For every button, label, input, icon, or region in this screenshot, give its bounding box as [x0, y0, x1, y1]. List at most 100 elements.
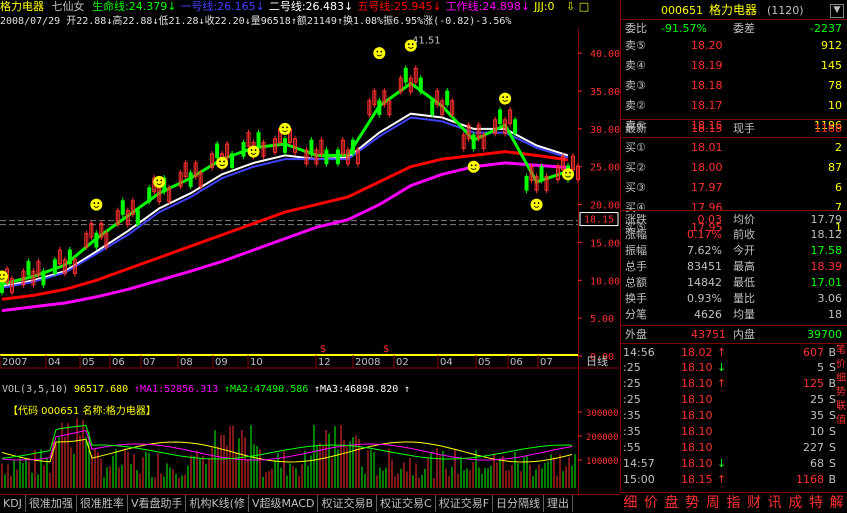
- smiley-icon: [216, 156, 229, 169]
- stat-value: 14842: [687, 276, 722, 289]
- volume-axis-label: 100000: [586, 457, 619, 467]
- volume-legend-item: ↑MA1:52856.313: [134, 384, 218, 395]
- smiley-eye: [569, 171, 571, 174]
- smiley-eye: [407, 43, 410, 45]
- sell-label: 卖②: [625, 99, 646, 112]
- indicator-tab[interactable]: 很准加强: [26, 495, 77, 512]
- candle-body: [377, 100, 382, 115]
- volume-axis-divider: [578, 382, 579, 494]
- side-tab[interactable]: 笔: [836, 344, 847, 357]
- smiley-icon: [562, 168, 574, 181]
- quote-nav-button[interactable]: 特: [809, 493, 823, 513]
- candle-body: [135, 210, 140, 225]
- time-axis-label: 02: [396, 357, 409, 368]
- side-tab[interactable]: 价: [836, 358, 847, 371]
- indicator-tab[interactable]: V看盘助手: [128, 495, 187, 512]
- candle-body: [513, 119, 518, 134]
- side-tab[interactable]: 值: [836, 414, 847, 427]
- indicator-header: 格力电器 七仙女 生命线:24.379↓ 一号线:26.165↓ 二号线:26.48…: [0, 0, 589, 14]
- price-axis-label: 25.00: [590, 163, 620, 174]
- smiley-eye: [533, 202, 536, 204]
- tick-side: S: [829, 361, 836, 374]
- quote-nav-button[interactable]: 成: [788, 493, 802, 513]
- smiley-eye: [250, 149, 253, 151]
- candle-body: [445, 90, 450, 106]
- stat-value: 83451: [687, 260, 722, 273]
- volume-chart[interactable]: VOL(3,5,10) 96517.680 ↑MA1:52856.313 ↑MA2:4…: [0, 382, 620, 494]
- quote-nav-button[interactable]: 价: [644, 493, 658, 513]
- time-axis-label: 12: [318, 357, 331, 368]
- side-tab[interactable]: 细: [836, 372, 847, 385]
- quote-nav-button[interactable]: 势: [685, 493, 699, 513]
- indicator-tab[interactable]: 权证交易C: [377, 495, 436, 512]
- stat-label: 今开: [733, 244, 755, 257]
- tick-price: 18.10: [681, 409, 713, 422]
- price-chart[interactable]: 40.00 35.00 30.00 25.00 20.00 15.00 10.00 5.00 0…: [0, 28, 620, 386]
- sell-volume: 145: [821, 59, 842, 72]
- sell-row: 卖④ 18.19 145: [621, 57, 847, 74]
- candle-body: [26, 260, 31, 276]
- side-tab[interactable]: 势: [836, 386, 847, 399]
- smiley-eye: [223, 160, 226, 163]
- indicator-line-label: JJJ:0: [534, 0, 555, 13]
- period-label[interactable]: 日线: [586, 354, 608, 368]
- indicator-tab[interactable]: 机构K线(修: [186, 495, 249, 512]
- candle-body: [471, 134, 476, 150]
- sell-label: 卖⑤: [625, 39, 646, 52]
- sell-volume: 78: [828, 79, 842, 92]
- weicha-label: 委差: [733, 22, 755, 35]
- buy-label: 买②: [625, 161, 646, 174]
- waipan-value: 43751: [691, 328, 726, 341]
- smiley-icon: [499, 92, 512, 105]
- volume-legend-item: ↑MA3:46898.820: [314, 384, 398, 395]
- tick-row: :55 18.10 227 S: [621, 439, 847, 456]
- tick-row: :25 18.10 ↑ 125 B: [621, 375, 847, 392]
- indicator-tab[interactable]: V超级MACD: [249, 495, 319, 512]
- volume-ma-line: [1, 438, 573, 463]
- price-chart-svg: 40.00 35.00 30.00 25.00 20.00 15.00 10.00 5.00 0…: [0, 28, 620, 386]
- tick-side: S: [829, 425, 836, 438]
- current-price-label: 18.15: [584, 215, 614, 226]
- stock-number: (1120): [767, 4, 804, 17]
- indicator-tab[interactable]: 很准胜率: [77, 495, 128, 512]
- tick-time: :35: [623, 425, 641, 438]
- quote-nav-button[interactable]: 细: [623, 493, 637, 513]
- indicator-tab[interactable]: KDJ: [0, 495, 26, 512]
- candle-body: [52, 259, 57, 274]
- waipan-row: 外盘 43751 内盘 39700: [621, 325, 847, 343]
- stat-row: 总手 83451 最高 18.39: [621, 258, 847, 275]
- smiley-eye: [565, 171, 567, 174]
- indicator-tab[interactable]: 日分隔线: [493, 495, 545, 512]
- stat-label: 最高: [733, 260, 755, 273]
- smiley-icon: [404, 39, 417, 52]
- tick-time: :25: [623, 393, 641, 406]
- smiley-icon: [373, 47, 386, 60]
- quote-nav-button[interactable]: 指: [726, 493, 740, 513]
- volume-axis-label: 300000: [586, 409, 619, 419]
- stat-row: 总额 14842 最低 17.01: [621, 274, 847, 291]
- indicator-tab[interactable]: 权证交易B: [318, 495, 378, 512]
- tick-side: S: [829, 441, 836, 454]
- time-axis-label: 2007: [2, 357, 27, 368]
- candle-body: [403, 67, 408, 83]
- dropdown-icon[interactable]: ▼: [830, 4, 844, 18]
- tick-arrow: ↑: [717, 473, 727, 486]
- sell-label: 卖③: [625, 79, 646, 92]
- indicator-tab[interactable]: 理出: [544, 495, 574, 512]
- indicator-line-label: 一号线:26.165↓: [180, 0, 265, 13]
- waipan-label: 外盘: [625, 328, 647, 341]
- candle-body: [94, 232, 99, 248]
- quote-nav-button[interactable]: 解: [830, 493, 844, 513]
- quote-nav-button[interactable]: 讯: [768, 493, 782, 513]
- indicator-tabs: KDJ 很准加强 很准胜率 V看盘助手 机构K线(修 V超级MACD 权证交易B 权证交易C 权…: [0, 494, 620, 513]
- indicator-tab[interactable]: 权证交易F: [436, 495, 494, 512]
- side-tab[interactable]: 联: [836, 400, 847, 413]
- quote-nav-button[interactable]: 盘: [665, 493, 679, 513]
- quote-nav-button[interactable]: 周: [706, 493, 720, 513]
- sell-label: 卖④: [625, 59, 646, 72]
- smiley-icon: [467, 160, 480, 173]
- weibi-label: 委比: [625, 22, 647, 35]
- tick-time: 15:00: [623, 473, 655, 486]
- buy-price: 18.00: [691, 161, 723, 174]
- quote-nav-button[interactable]: 财: [747, 493, 761, 513]
